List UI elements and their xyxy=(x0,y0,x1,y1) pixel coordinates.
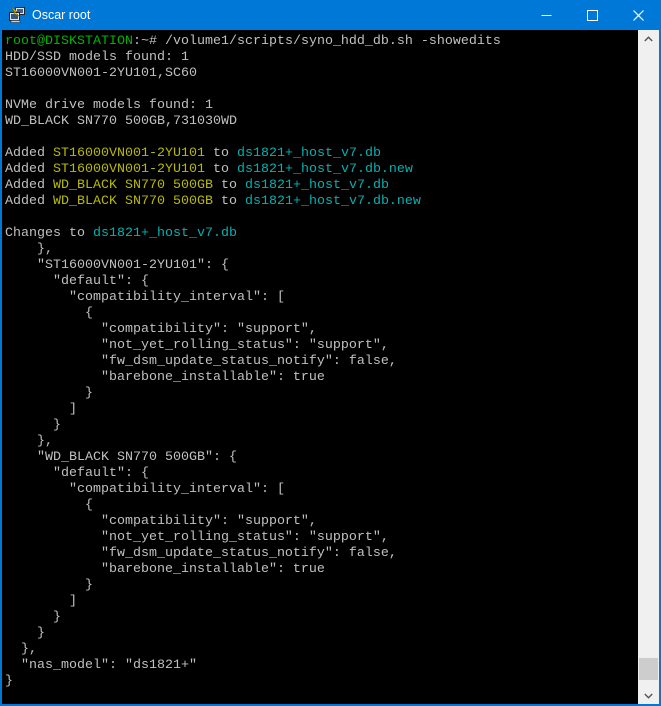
terminal-line: Added WD_BLACK SN770 500GB to ds1821+_ho… xyxy=(5,194,638,210)
terminal-line: "barebone_installable": true xyxy=(5,562,638,578)
minimize-button[interactable] xyxy=(523,0,569,30)
scrollbar[interactable] xyxy=(638,30,659,704)
terminal-line: } xyxy=(5,610,638,626)
terminal-line: "compatibility": "support", xyxy=(5,322,638,338)
terminal-line: ] xyxy=(5,402,638,418)
caption-buttons xyxy=(523,0,661,30)
close-icon xyxy=(633,10,644,21)
chevron-down-icon xyxy=(644,693,653,699)
terminal-line: "barebone_installable": true xyxy=(5,370,638,386)
terminal-line: Changes to ds1821+_host_v7.db xyxy=(5,226,638,242)
terminal-line: { xyxy=(5,498,638,514)
terminal-line: }, xyxy=(5,434,638,450)
terminal-line: root@DISKSTATION:~# /volume1/scripts/syn… xyxy=(5,34,638,50)
titlebar[interactable]: Oscar root xyxy=(0,0,661,30)
terminal-line xyxy=(5,130,638,146)
terminal-line: WD_BLACK SN770 500GB,731030WD xyxy=(5,114,638,130)
terminal-window: Oscar root root@DISKSTATION:~# /volume1/ xyxy=(0,0,661,706)
minimize-icon xyxy=(541,10,552,21)
terminal[interactable]: root@DISKSTATION:~# /volume1/scripts/syn… xyxy=(2,30,638,704)
terminal-line: Added ST16000VN001-2YU101 to ds1821+_hos… xyxy=(5,146,638,162)
terminal-line xyxy=(5,210,638,226)
terminal-line: "compatibility_interval": [ xyxy=(5,482,638,498)
chevron-up-icon xyxy=(644,36,653,42)
scroll-up-button[interactable] xyxy=(638,30,659,47)
terminal-line: "default": { xyxy=(5,466,638,482)
terminal-line: "ST16000VN001-2YU101": { xyxy=(5,258,638,274)
terminal-line: ST16000VN001-2YU101,SC60 xyxy=(5,66,638,82)
terminal-line: "WD_BLACK SN770 500GB": { xyxy=(5,450,638,466)
terminal-line: "nas_model": "ds1821+" xyxy=(5,658,638,674)
terminal-line: "not_yet_rolling_status": "support", xyxy=(5,338,638,354)
terminal-line: }, xyxy=(5,642,638,658)
terminal-line: NVMe drive models found: 1 xyxy=(5,98,638,114)
putty-terminal-icon[interactable] xyxy=(9,7,25,23)
terminal-line: "compatibility": "support", xyxy=(5,514,638,530)
terminal-line xyxy=(5,82,638,98)
terminal-line: } xyxy=(5,418,638,434)
terminal-line: Added WD_BLACK SN770 500GB to ds1821+_ho… xyxy=(5,178,638,194)
terminal-line: { xyxy=(5,306,638,322)
terminal-line: } xyxy=(5,674,638,690)
terminal-line: "default": { xyxy=(5,274,638,290)
terminal-line: }, xyxy=(5,242,638,258)
terminal-line: "compatibility_interval": [ xyxy=(5,290,638,306)
maximize-button[interactable] xyxy=(569,0,615,30)
terminal-line: "fw_dsm_update_status_notify": false, xyxy=(5,546,638,562)
terminal-line: ] xyxy=(5,594,638,610)
terminal-line: } xyxy=(5,626,638,642)
terminal-line: "fw_dsm_update_status_notify": false, xyxy=(5,354,638,370)
maximize-icon xyxy=(587,10,598,21)
terminal-line: "not_yet_rolling_status": "support", xyxy=(5,530,638,546)
terminal-line: } xyxy=(5,578,638,594)
scroll-down-button[interactable] xyxy=(638,687,659,704)
terminal-line: } xyxy=(5,386,638,402)
terminal-line: Added ST16000VN001-2YU101 to ds1821+_hos… xyxy=(5,162,638,178)
window-title: Oscar root xyxy=(32,0,90,30)
close-button[interactable] xyxy=(615,0,661,30)
terminal-line: HDD/SSD models found: 1 xyxy=(5,50,638,66)
scrollbar-thumb[interactable] xyxy=(639,658,658,680)
